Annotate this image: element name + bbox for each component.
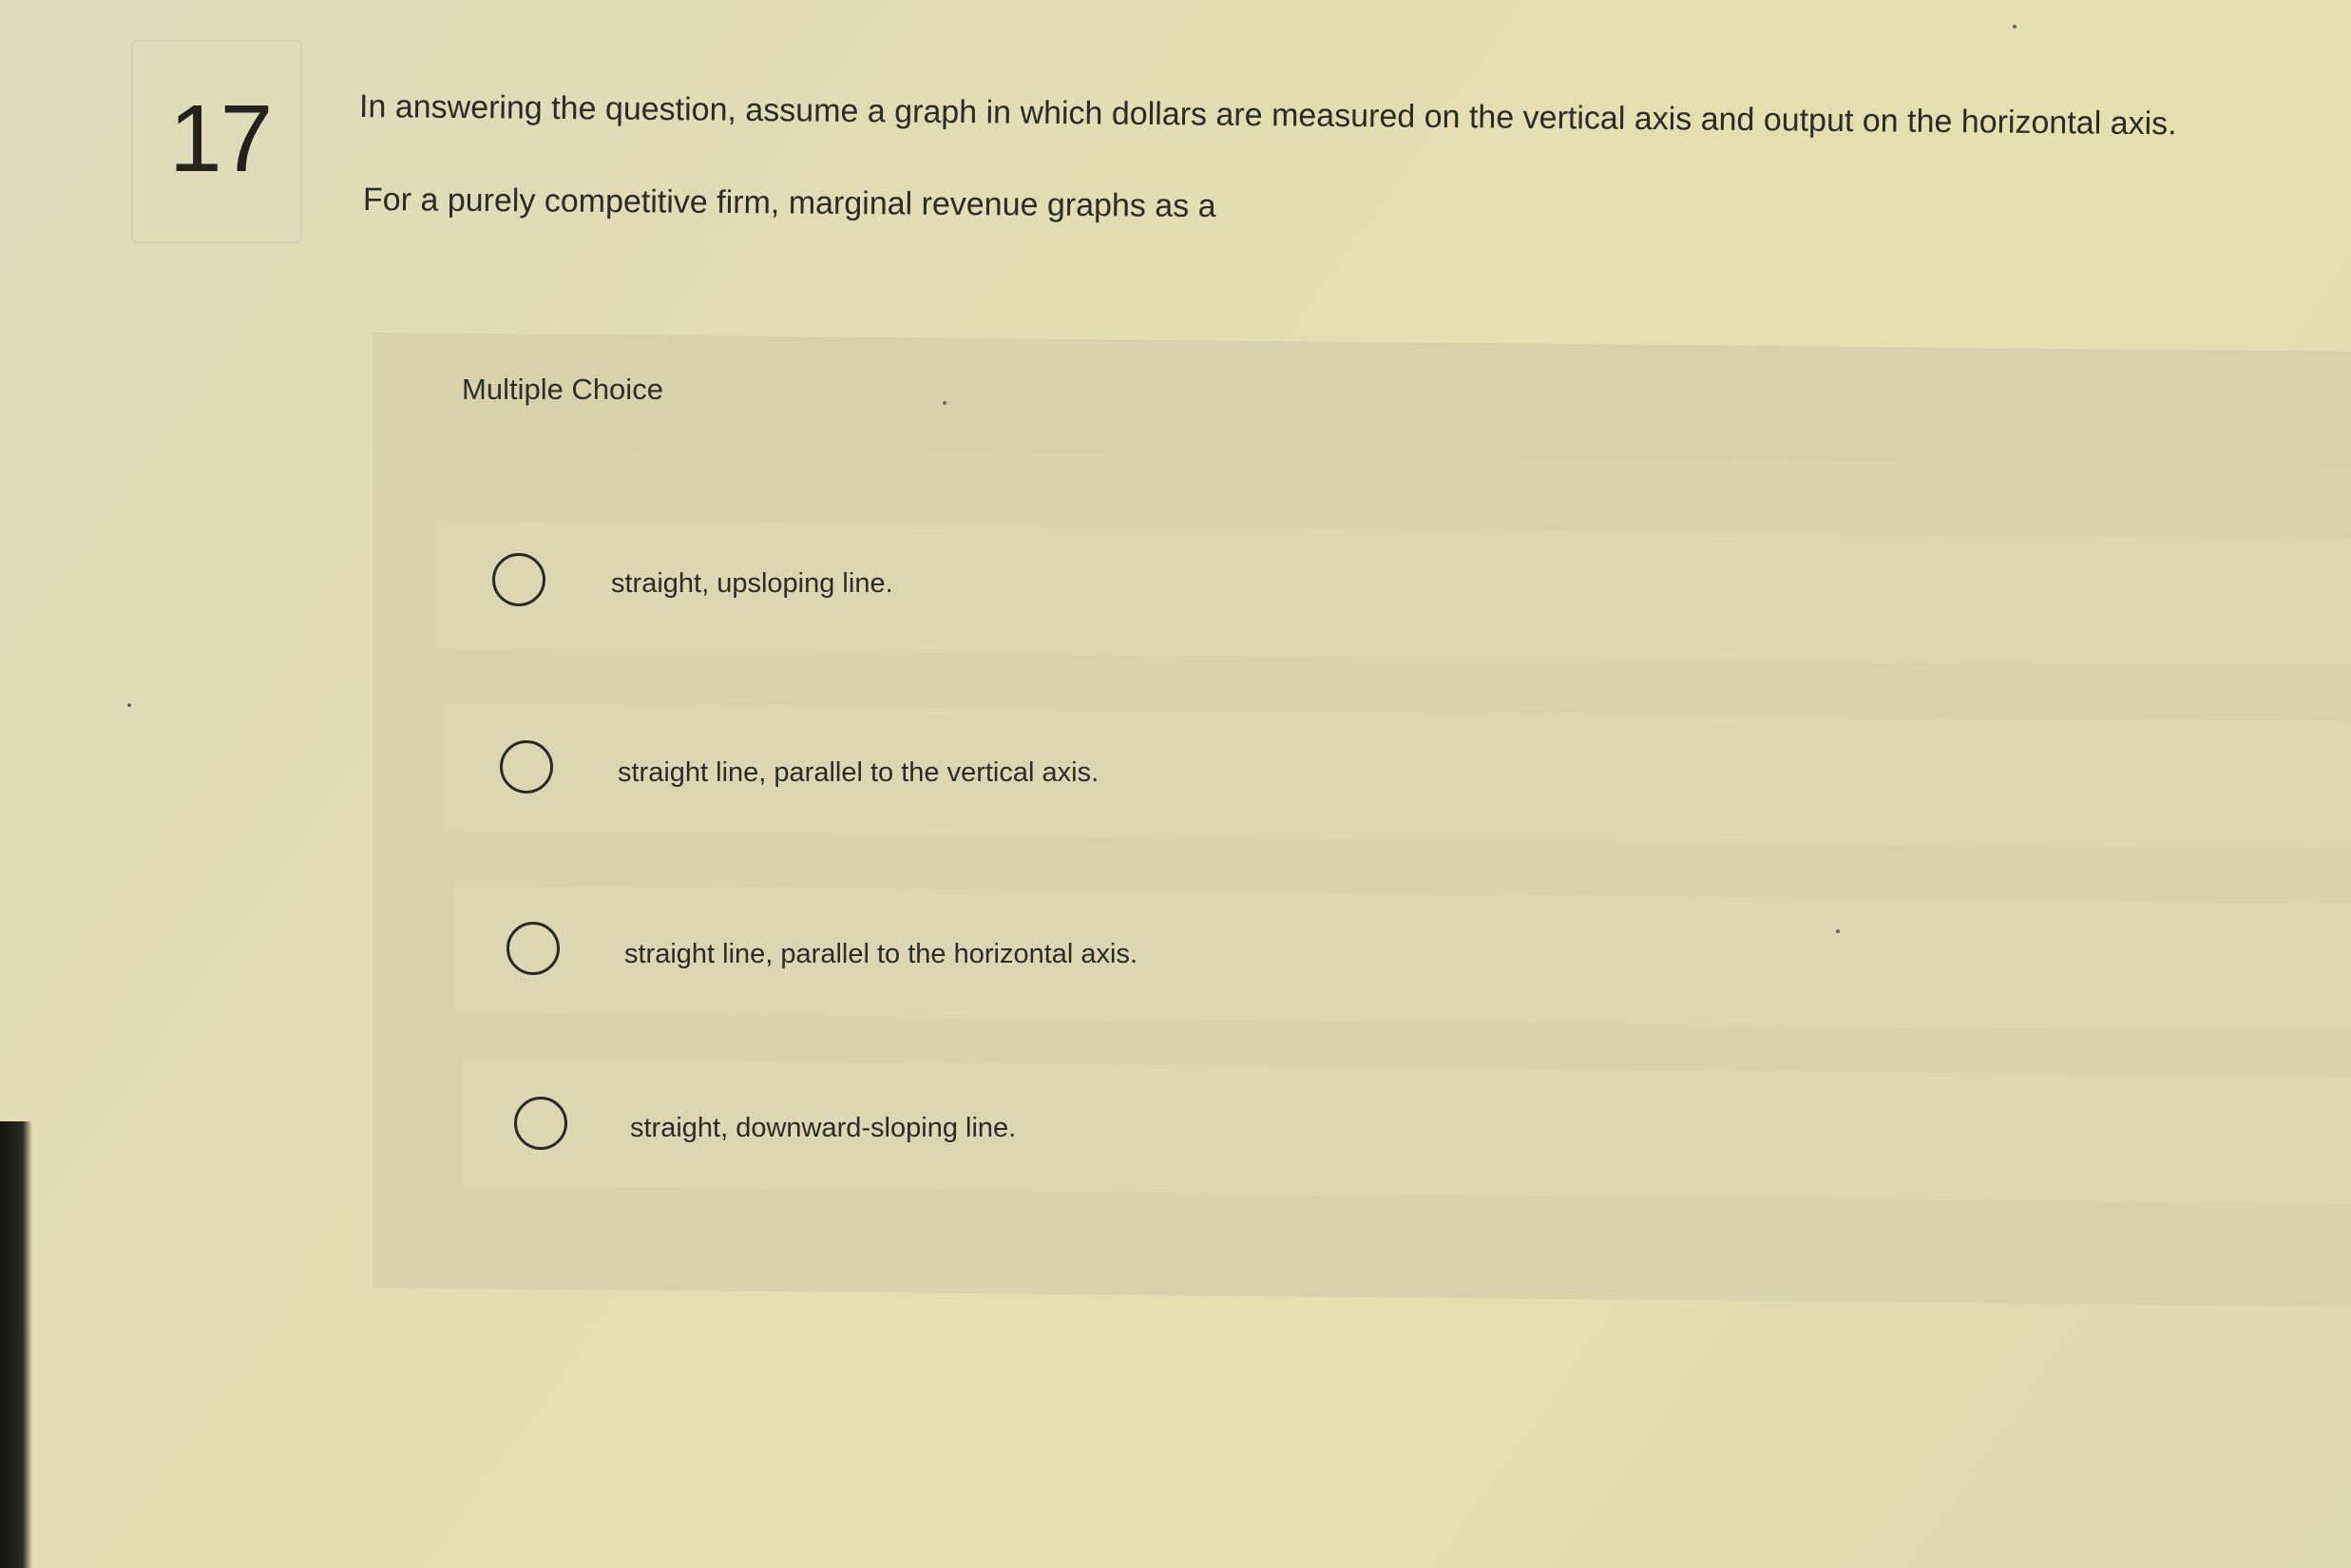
screen-dust	[127, 703, 131, 707]
multiple-choice-title: Multiple Choice	[462, 373, 663, 406]
screen-dust	[2013, 25, 2017, 29]
radio-button-3[interactable]	[507, 922, 560, 975]
choice-label-3[interactable]: straight line, parallel to the horizonta…	[624, 939, 1137, 970]
multiple-choice-header	[373, 333, 2351, 466]
radio-button-2[interactable]	[500, 740, 553, 794]
choice-label-1[interactable]: straight, upsloping line.	[611, 568, 893, 600]
radio-button-4[interactable]	[514, 1097, 567, 1150]
choice-label-4[interactable]: straight, downward-sloping line.	[630, 1113, 1016, 1144]
question-number: 17	[169, 86, 273, 192]
monitor-bezel	[0, 1121, 32, 1568]
screen-dust	[943, 401, 946, 405]
radio-button-1[interactable]	[492, 553, 545, 606]
question-stem: For a purely competitive firm, marginal …	[362, 182, 1216, 225]
choice-label-2[interactable]: straight line, parallel to the vertical …	[618, 757, 1099, 789]
question-prompt: In answering the question, assume a grap…	[358, 88, 2177, 143]
screen-dust	[1836, 929, 1840, 933]
